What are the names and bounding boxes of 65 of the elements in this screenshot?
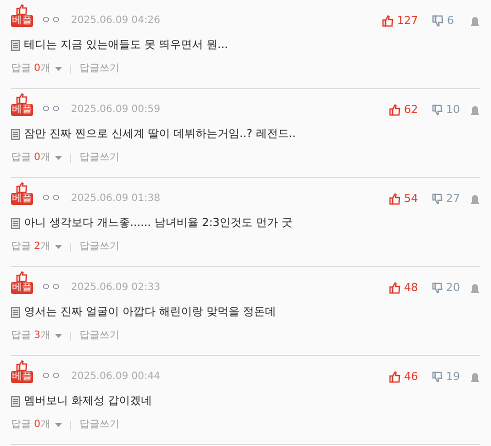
comment-date: 2025.06.09 04:26 xyxy=(71,15,160,27)
dislike-count[interactable]: 19 xyxy=(446,371,460,383)
caret-icon xyxy=(55,245,62,249)
caret-icon xyxy=(55,423,62,427)
document-icon xyxy=(11,306,20,318)
author-name: ㅇㅇ xyxy=(41,371,61,383)
document-icon xyxy=(11,396,20,406)
comment-date: 2025.06.09 02:33 xyxy=(71,282,160,294)
write-reply-button[interactable]: 답글쓰기 xyxy=(79,240,120,254)
thumbs-up-icon xyxy=(389,371,401,383)
thumbs-down-icon xyxy=(432,104,443,116)
author-name: ㅇㅇ xyxy=(41,193,61,205)
author-name: ㅇㅇ xyxy=(41,15,61,27)
author-name: ㅇㅇ xyxy=(41,104,61,116)
caret-icon xyxy=(55,334,62,338)
replies-toggle[interactable]: 답글 3개 xyxy=(11,329,62,343)
like-count[interactable]: 62 xyxy=(404,104,418,116)
comment-text: 테디는 지금 있는애들도 못 띄우면서 뭔... xyxy=(24,38,228,52)
comment-text: 멤버보니 화제성 갑이겠네 xyxy=(24,394,152,408)
best-badge: 베플 xyxy=(11,282,33,294)
caret-icon xyxy=(55,156,62,160)
write-reply-button[interactable]: 답글쓰기 xyxy=(79,329,120,343)
replies-toggle[interactable]: 답글 0개 xyxy=(11,151,62,165)
thumbs-up-icon xyxy=(16,271,28,282)
write-reply-button[interactable]: 답글쓰기 xyxy=(79,418,120,432)
replies-toggle[interactable]: 답글 2개 xyxy=(11,240,62,254)
comment-date: 2025.06.09 00:44 xyxy=(71,371,160,383)
like-count[interactable]: 54 xyxy=(404,193,418,205)
dislike-count[interactable]: 10 xyxy=(446,104,460,116)
thumbs-up-icon xyxy=(16,182,28,193)
comment-date: 2025.06.09 00:59 xyxy=(71,104,160,116)
replies-toggle[interactable]: 답글 0개 xyxy=(11,418,62,432)
write-reply-button[interactable]: 답글쓰기 xyxy=(79,62,120,76)
caret-icon xyxy=(55,67,62,71)
like-count[interactable]: 127 xyxy=(397,15,418,27)
document-icon xyxy=(11,40,20,50)
comment-date: 2025.06.09 01:38 xyxy=(71,193,160,205)
best-badge: 베플 xyxy=(11,371,33,383)
thumbs-down-icon xyxy=(432,15,444,27)
thumbs-up-icon xyxy=(389,282,401,294)
thumbs-up-icon xyxy=(382,15,394,27)
thumbs-down-icon xyxy=(432,193,443,205)
like-count[interactable]: 46 xyxy=(404,371,418,383)
thumbs-up-icon xyxy=(16,93,28,104)
thumbs-up-icon xyxy=(389,193,401,205)
comment-text: 아니 생각보다 개느좋...... 남녀비율 2:3인것도 먼가 굿 xyxy=(24,216,293,230)
author-name: ㅇㅇ xyxy=(41,282,61,294)
dislike-count[interactable]: 6 xyxy=(447,15,454,27)
thumbs-down-icon xyxy=(432,282,443,294)
document-icon xyxy=(11,128,20,140)
best-badge: 베플 xyxy=(11,15,33,27)
dislike-count[interactable]: 27 xyxy=(446,193,460,205)
comment-text: 잠만 진짜 찐으로 신세계 딸이 데뷔하는거임..? 레전드.. xyxy=(24,127,296,141)
comment-text: 영서는 진짜 얼굴이 아깝다 해린이랑 맞먹을 정돈데 xyxy=(24,305,276,319)
best-badge: 베플 xyxy=(11,104,33,116)
dislike-count[interactable]: 20 xyxy=(446,282,460,294)
like-count[interactable]: 48 xyxy=(404,282,418,294)
best-badge: 베플 xyxy=(11,193,33,205)
thumbs-down-icon xyxy=(432,371,443,383)
thumbs-up-icon xyxy=(16,360,28,371)
replies-toggle[interactable]: 답글 0개 xyxy=(11,62,62,76)
document-icon xyxy=(11,218,20,228)
write-reply-button[interactable]: 답글쓰기 xyxy=(79,151,120,165)
thumbs-up-icon xyxy=(16,4,28,15)
thumbs-up-icon xyxy=(389,104,401,116)
